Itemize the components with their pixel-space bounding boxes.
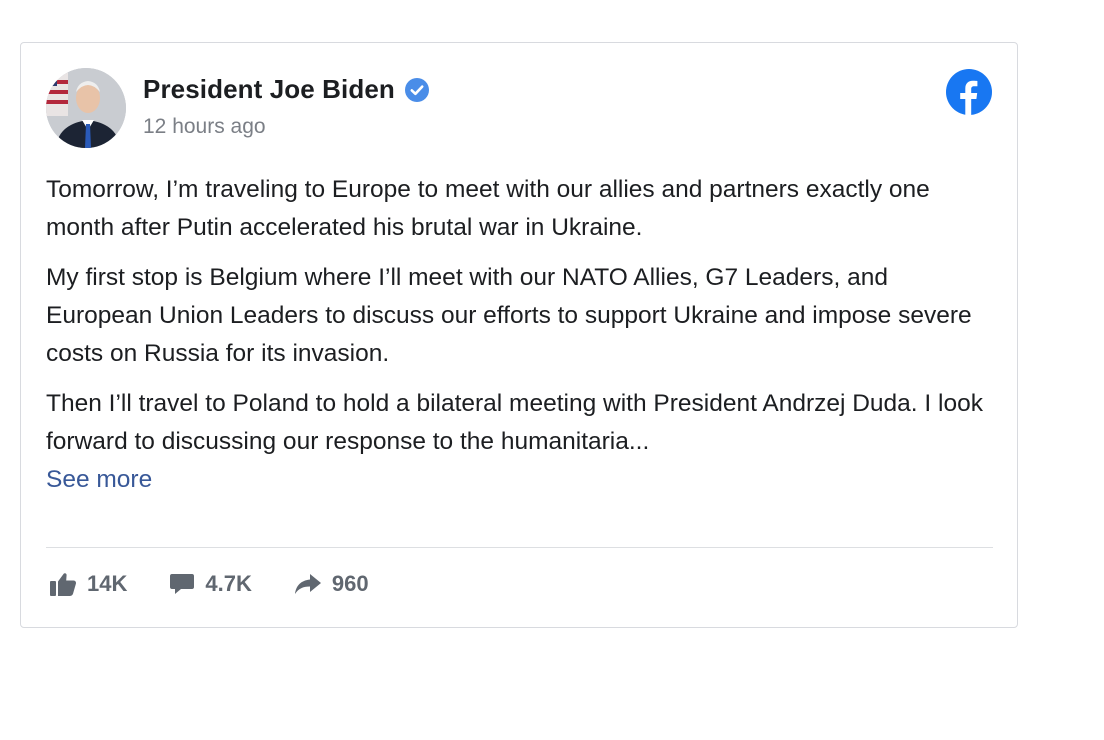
like-count: 14K [87, 571, 128, 596]
share-count: 960 [331, 571, 369, 596]
facebook-post-card: President Joe Biden 12 hours ago Tomorro… [20, 42, 1018, 628]
comment-count-button[interactable]: 4.7K [169, 571, 252, 597]
author-name[interactable]: President Joe Biden [143, 74, 395, 105]
facebook-logo-icon[interactable] [946, 69, 992, 115]
post-body: Tomorrow, I’m traveling to Europe to mee… [46, 171, 986, 499]
see-more-link[interactable]: See more [46, 461, 152, 499]
author-row: President Joe Biden [143, 74, 429, 105]
like-count-button[interactable]: 14K [49, 571, 127, 597]
share-arrow-icon [294, 574, 321, 594]
thumbs-up-icon [50, 573, 77, 596]
comment-bubble-icon [170, 574, 195, 594]
post-header: President Joe Biden 12 hours ago [46, 68, 992, 148]
post-timestamp[interactable]: 12 hours ago [143, 115, 266, 139]
comment-count: 4.7K [205, 571, 252, 596]
share-count-button[interactable]: 960 [294, 571, 369, 597]
post-paragraph: My first stop is Belgium where I’ll meet… [46, 264, 972, 367]
post-paragraph: Tomorrow, I’m traveling to Europe to mee… [46, 176, 930, 241]
divider [46, 547, 993, 548]
avatar-portrait [46, 68, 126, 148]
verified-badge-icon [404, 77, 429, 102]
engagement-stats: 14K 4.7K 960 [49, 571, 411, 597]
avatar[interactable] [46, 68, 126, 148]
post-paragraph: Then I’ll travel to Poland to hold a bil… [46, 390, 983, 455]
